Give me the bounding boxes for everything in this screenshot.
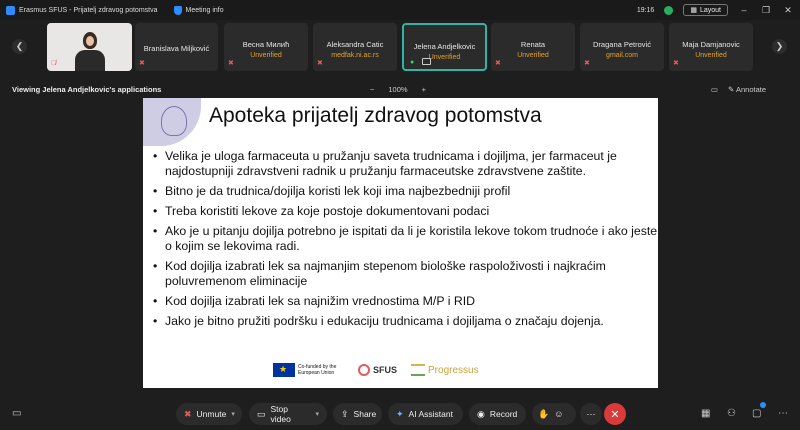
zoom-out-button[interactable]: − [370, 85, 374, 94]
record-icon: ◉ [477, 408, 485, 419]
grid-icon: ▦ [690, 7, 697, 14]
annotate-controls: ▭ ✎ Annotate [711, 85, 766, 94]
participant-strip: ❮ 🎙̸ Branislava Miljković ✖ Весна Милић … [0, 20, 800, 75]
muted-mic-icon: 🎙̸ [51, 60, 57, 67]
zoom-in-button[interactable]: + [422, 85, 426, 94]
progressus-mark-icon [411, 364, 426, 376]
participant-tile[interactable]: Dragana Petrović gmail.com ✖ [580, 23, 664, 71]
zoom-controls: − 100% + [370, 85, 426, 94]
slide-decoration-icon [143, 98, 201, 146]
more-options-button[interactable]: ⋯ [580, 403, 602, 425]
layout-button[interactable]: ▦ Layout [683, 4, 728, 16]
participants-icon[interactable]: ⚇ [727, 408, 736, 419]
list-item: Ako je u pitanju dojilja potrebno je isp… [153, 224, 658, 254]
meeting-toolbar: ▭ ✖ Unmute ▾ ▭ Stop video ▾ ⇪ Share ✦ AI… [0, 398, 800, 430]
close-window-button[interactable]: ✕ [782, 5, 794, 16]
participant-tile[interactable]: Maja Damjanovic Unverified ✖ [669, 23, 753, 71]
chat-icon[interactable]: ▢ [752, 408, 761, 419]
chevron-left-icon: ❮ [15, 41, 24, 51]
screen-share-icon [422, 58, 431, 65]
muted-mic-icon: ✖ [584, 60, 590, 67]
participant-tile-active[interactable]: Jelena Andjelkovic Unverified ● [402, 23, 487, 71]
chat-bubble-icon[interactable]: ▭ [12, 408, 21, 419]
more-panels-icon[interactable]: ⋯ [778, 408, 788, 419]
apps-icon[interactable]: ▦ [701, 408, 710, 419]
slide-title: Apoteka prijatelj zdravog potomstva [209, 104, 542, 127]
participant-tile[interactable]: Aleksandra Catic medfak.ni.ac.rs ✖ [313, 23, 397, 71]
sfus-logo: SFUS [358, 364, 397, 376]
viewing-label: Viewing Jelena Andjelkovic's application… [12, 85, 162, 94]
next-participants-button[interactable]: ❯ [772, 39, 787, 54]
close-icon: ✕ [610, 408, 620, 421]
reactions-button[interactable]: ✋ ☺ [532, 403, 576, 425]
list-item: Kod dojilja izabrati lek sa najnižim vre… [153, 294, 658, 309]
eu-logo: Co-funded by the European Union [273, 363, 344, 377]
emoji-icon: ☺ [554, 409, 564, 419]
video-camera-icon: ▭ [257, 408, 266, 419]
mic-muted-icon: ✖ [184, 408, 192, 419]
sponsor-logos: Co-funded by the European Union SFUS Pro… [273, 363, 479, 377]
status-icon[interactable] [664, 5, 674, 15]
shared-slide: Apoteka prijatelj zdravog potomstva Veli… [143, 98, 658, 388]
participant-tile[interactable]: Branislava Miljković ✖ [135, 23, 218, 71]
share-icon: ⇪ [341, 408, 349, 419]
pen-icon: ✎ [728, 85, 735, 94]
shield-icon[interactable] [173, 5, 182, 15]
ai-assistant-button[interactable]: ✦ AI Assistant [388, 403, 463, 425]
participant-tile[interactable]: Весна Милић Unverified ✖ [224, 23, 308, 71]
muted-mic-icon: ✖ [139, 60, 145, 67]
clock: 19:16 [636, 6, 655, 14]
slide-bullets: Velika je uloga farmaceuta u pružanju sa… [143, 149, 658, 334]
meeting-info-link[interactable]: Meeting info [186, 7, 224, 14]
ai-sparkle-icon: ✦ [396, 408, 404, 419]
annotate-button[interactable]: ✎ Annotate [728, 85, 766, 94]
window-title: Erasmus SFUS - Prijatelj zdravog potomst… [19, 6, 158, 14]
muted-mic-icon: ✖ [673, 60, 679, 67]
notification-dot [760, 402, 766, 408]
chevron-down-icon: ▾ [231, 411, 235, 418]
record-button[interactable]: ◉ Record [469, 403, 526, 425]
muted-mic-icon: ✖ [495, 60, 501, 67]
list-item: Treba koristiti lekove za koje postoje d… [153, 204, 658, 219]
mic-icon: ● [410, 59, 415, 66]
prev-participants-button[interactable]: ❮ [12, 39, 27, 54]
chevron-right-icon: ❯ [775, 41, 784, 51]
muted-mic-icon: ✖ [317, 60, 323, 67]
progressus-logo: Progressus [411, 364, 479, 376]
share-button[interactable]: ⇪ Share [333, 403, 382, 425]
display-icon[interactable]: ▭ [711, 85, 718, 94]
participant-tile[interactable]: Renata Unverified ✖ [491, 23, 575, 71]
list-item: Velika je uloga farmaceuta u pružanju sa… [153, 149, 658, 179]
restore-button[interactable]: ❐ [760, 5, 772, 16]
eu-flag-icon [273, 363, 295, 377]
self-video-tile[interactable]: 🎙̸ [47, 23, 132, 71]
share-view-bar: Viewing Jelena Andjelkovic's application… [0, 80, 800, 98]
list-item: Kod dojilja izabrati lek sa najmanjim st… [153, 259, 658, 289]
muted-mic-icon: ✖ [228, 60, 234, 67]
zoom-level: 100% [388, 85, 408, 94]
chevron-down-icon: ▾ [315, 411, 319, 418]
list-item: Bitno je da trudnica/dojilja koristi lek… [153, 184, 658, 199]
hand-icon: ✋ [538, 408, 550, 419]
sfus-mark-icon [358, 364, 370, 376]
stop-video-button[interactable]: ▭ Stop video ▾ [249, 403, 327, 425]
more-icon: ⋯ [586, 408, 596, 419]
title-bar: Erasmus SFUS - Prijatelj zdravog potomst… [0, 0, 800, 20]
unmute-button[interactable]: ✖ Unmute ▾ [176, 403, 242, 425]
leave-meeting-button[interactable]: ✕ [604, 403, 626, 425]
minimize-button[interactable]: – [738, 5, 750, 15]
list-item: Jako je bitno pružiti podršku i edukacij… [153, 314, 658, 329]
webex-logo-icon [6, 5, 15, 15]
